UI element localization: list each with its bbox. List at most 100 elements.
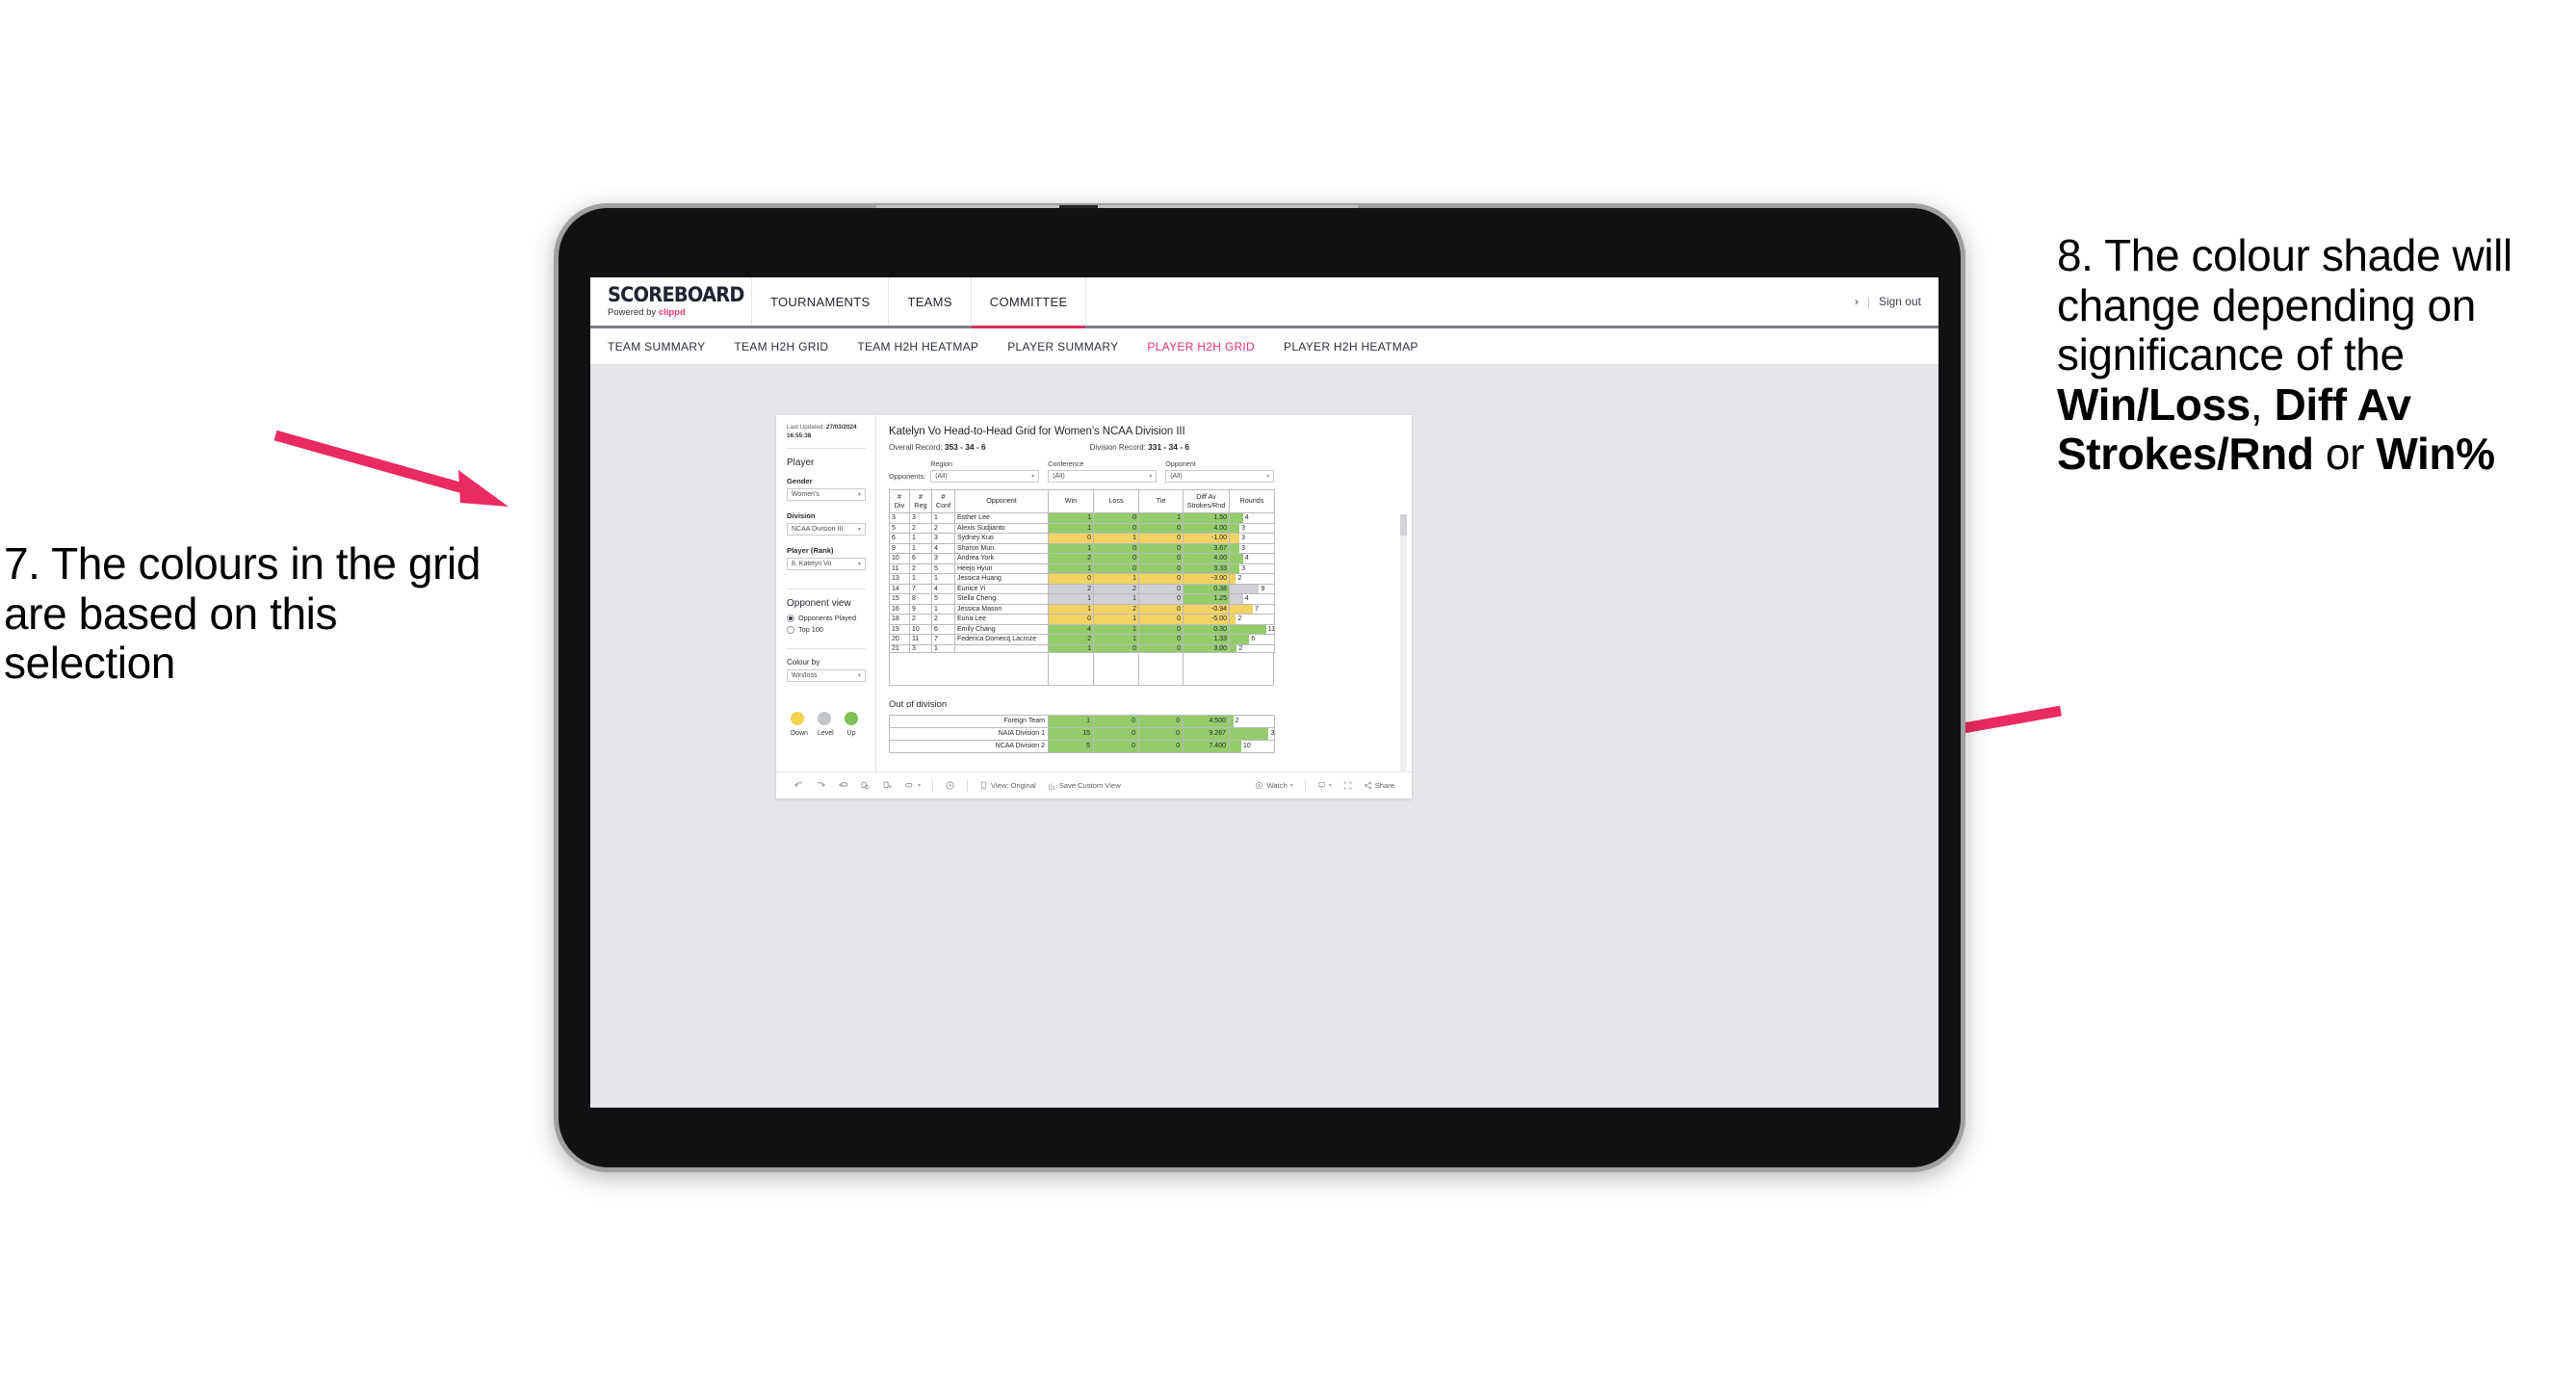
filter-player-rank-select[interactable]: 8. Katelyn Vo ▾ xyxy=(787,558,866,570)
chevron-right-icon[interactable]: › xyxy=(1855,295,1859,308)
cell-div: 6 xyxy=(889,533,910,544)
opponent-view-group: Opponent view Opponents Played Top 100 xyxy=(787,598,866,637)
table-row[interactable]: 11 2 5 Heejo Hyun 1 0 0 3.33 3 xyxy=(889,562,1275,574)
refresh-data-icon[interactable] xyxy=(854,780,876,791)
table-row[interactable]: 19 10 6 Emily Chang 4 1 0 0.30 11 xyxy=(889,623,1275,635)
subnav-team-h2h-grid[interactable]: TEAM H2H GRID xyxy=(734,340,828,353)
cell-opponent: Andrea York xyxy=(954,553,1049,564)
filter-gender-label: Gender xyxy=(787,477,813,485)
cell-diff-av-strokes: 3.67 xyxy=(1183,542,1230,554)
nav-tab-committee[interactable]: COMMITTEE xyxy=(971,277,1087,328)
legend-label-up: Up xyxy=(846,730,856,737)
col-rounds[interactable]: Rounds xyxy=(1229,489,1275,513)
subnav-player-h2h-grid[interactable]: PLAYER H2H GRID xyxy=(1147,340,1255,353)
revert-icon[interactable] xyxy=(832,780,854,791)
view-original-button[interactable]: View: Original xyxy=(974,781,1042,790)
table-row[interactable]: 13 1 1 Jessica Huang 0 1 0 -3.00 2 xyxy=(889,573,1275,585)
legend-dot-up xyxy=(845,712,858,725)
radio-opponents-played[interactable]: Opponents Played xyxy=(787,614,866,622)
subnav-team-h2h-heatmap[interactable]: TEAM H2H HEATMAP xyxy=(857,340,978,353)
table-row[interactable]: 18 2 2 Euna Lee 0 1 0 -5.00 2 xyxy=(889,614,1275,625)
share-button[interactable]: Share xyxy=(1358,781,1400,790)
filter-conference-select[interactable]: (All) ▾ xyxy=(1048,470,1158,483)
col-tie[interactable]: Tie xyxy=(1138,489,1184,513)
undo-icon[interactable] xyxy=(788,780,810,791)
chevron-down-icon: ▾ xyxy=(1031,474,1035,480)
table-row[interactable]: 3 3 1 Esther Lee 1 0 1 1.50 4 xyxy=(889,512,1275,524)
col-diff-av-strokes[interactable]: Diff Av Strokes/Rnd xyxy=(1183,489,1230,513)
filter-region-select[interactable]: (All) ▾ xyxy=(930,470,1040,483)
tablet-screen: SCOREBOARD Powered by clippd TOURNAMENTS… xyxy=(590,277,1939,1108)
subnav-player-h2h-heatmap[interactable]: PLAYER H2H HEATMAP xyxy=(1284,340,1418,353)
filter-division-select[interactable]: NCAA Division III ▾ xyxy=(787,523,866,536)
table-row[interactable]: 5 2 2 Alexis Sudjianto 1 0 0 4.00 3 xyxy=(889,522,1275,534)
col-win[interactable]: Win xyxy=(1048,489,1094,513)
highlight-icon[interactable]: ▾ xyxy=(898,780,926,791)
sidebar-divider-1 xyxy=(787,448,866,449)
sign-out-link[interactable]: Sign out xyxy=(1879,295,1921,308)
cell-rounds: 30 xyxy=(1229,726,1275,741)
cell-opponent: Alexis Sudjianto xyxy=(954,522,1049,534)
table-row[interactable]: 16 9 1 Jessica Mason 1 2 0 -0.94 7 xyxy=(889,603,1275,615)
fullscreen-button[interactable] xyxy=(1338,781,1358,790)
table-row[interactable]: 10 6 3 Andrea York 2 0 0 4.00 4 xyxy=(889,553,1275,564)
redo-icon[interactable] xyxy=(810,780,832,791)
chevron-down-icon: ▾ xyxy=(1149,474,1153,480)
fullscreen-icon xyxy=(1343,781,1351,790)
cell-win: 0 xyxy=(1048,614,1094,625)
cell-conf: 3 xyxy=(931,533,955,544)
cell-tie: 0 xyxy=(1138,533,1184,544)
cell-win: 1 xyxy=(1048,593,1094,605)
table-row[interactable]: 6 1 3 Sydney Kuo 0 1 0 -1.00 3 xyxy=(889,533,1275,544)
rounds-bar xyxy=(1230,523,1240,533)
col-reg-l1: # xyxy=(919,491,923,501)
cell-loss: 0 xyxy=(1093,714,1139,728)
watch-button[interactable]: Watch ▾ xyxy=(1249,781,1298,790)
radio-top-100[interactable]: Top 100 xyxy=(787,625,866,634)
cell-tie: 0 xyxy=(1138,573,1184,585)
cell-win: 5 xyxy=(1048,739,1094,753)
cell-win: 1 xyxy=(1048,512,1094,524)
rounds-value: 7 xyxy=(1254,605,1259,613)
grid-scrollbar-thumb[interactable] xyxy=(1400,514,1407,536)
rounds-value: 3 xyxy=(1241,544,1246,552)
table-row[interactable]: NAIA Division 115009.26730 xyxy=(889,726,1275,741)
filter-division-value: NCAA Division III xyxy=(792,526,844,533)
table-row[interactable]: 14 7 4 Eunice Yi 2 2 0 0.38 9 xyxy=(889,583,1275,594)
col-opponent[interactable]: Opponent xyxy=(954,489,1049,513)
opponent-filter-row: Opponents: Region (All) ▾ Conference (Al… xyxy=(889,459,1398,483)
annotation-8-mid1: , xyxy=(2250,379,2275,430)
download-button[interactable]: ▾ xyxy=(1312,781,1338,790)
grid-scrollbar[interactable] xyxy=(1400,514,1407,772)
toolbar-divider-3 xyxy=(1304,779,1306,792)
table-row-partial[interactable]: 21 3 1 1 0 0 3.00 2 xyxy=(889,643,1275,653)
subnav-team-summary[interactable]: TEAM SUMMARY xyxy=(608,340,705,353)
table-row[interactable]: 15 8 5 Stella Cheng 1 1 0 1.25 4 xyxy=(889,593,1275,605)
nav-tab-tournaments[interactable]: TOURNAMENTS xyxy=(752,277,890,326)
pause-updates-icon[interactable] xyxy=(876,780,898,791)
save-custom-view-button[interactable]: Save Custom View xyxy=(1042,781,1127,790)
table-row[interactable]: Foreign Team 1 0 0 4.500 2 xyxy=(889,714,1275,728)
filter-player-rank-value: 8. Katelyn Vo xyxy=(792,561,832,567)
col-div[interactable]: # Div xyxy=(889,489,910,513)
filter-opponent-select[interactable]: (All) ▾ xyxy=(1165,470,1275,483)
cell-reg: 1 xyxy=(909,573,932,585)
table-row[interactable]: 20 11 7 Federica Domecq Lacroze 2 1 0 1.33 6 xyxy=(889,634,1275,645)
col-reg[interactable]: # Reg xyxy=(909,489,932,513)
filter-gender-select[interactable]: Women’s ▾ xyxy=(787,488,866,501)
table-row[interactable]: 9 1 4 Sharon Mun 1 0 0 3.67 3 xyxy=(889,542,1275,554)
filter-colour-by-select[interactable]: Win/loss ▾ xyxy=(787,669,866,682)
history-icon[interactable] xyxy=(939,780,961,791)
table-row[interactable]: NCAA Division 2 5 0 0 7.400 10 xyxy=(889,739,1275,753)
cell-reg: 1 xyxy=(909,542,932,554)
sidebar-divider-2 xyxy=(787,588,866,589)
col-loss[interactable]: Loss xyxy=(1093,489,1139,513)
col-conf[interactable]: # Conf xyxy=(931,489,955,513)
nav-right-group: › | Sign out xyxy=(1855,277,1939,326)
nav-tab-teams[interactable]: TEAMS xyxy=(889,277,972,326)
subnav-player-summary[interactable]: PLAYER SUMMARY xyxy=(1007,340,1118,353)
scoreboard-logo[interactable]: SCOREBOARD Powered by clippd xyxy=(590,277,752,326)
cell-tie: 0 xyxy=(1138,522,1184,534)
cell-tie: 0 xyxy=(1138,562,1184,574)
